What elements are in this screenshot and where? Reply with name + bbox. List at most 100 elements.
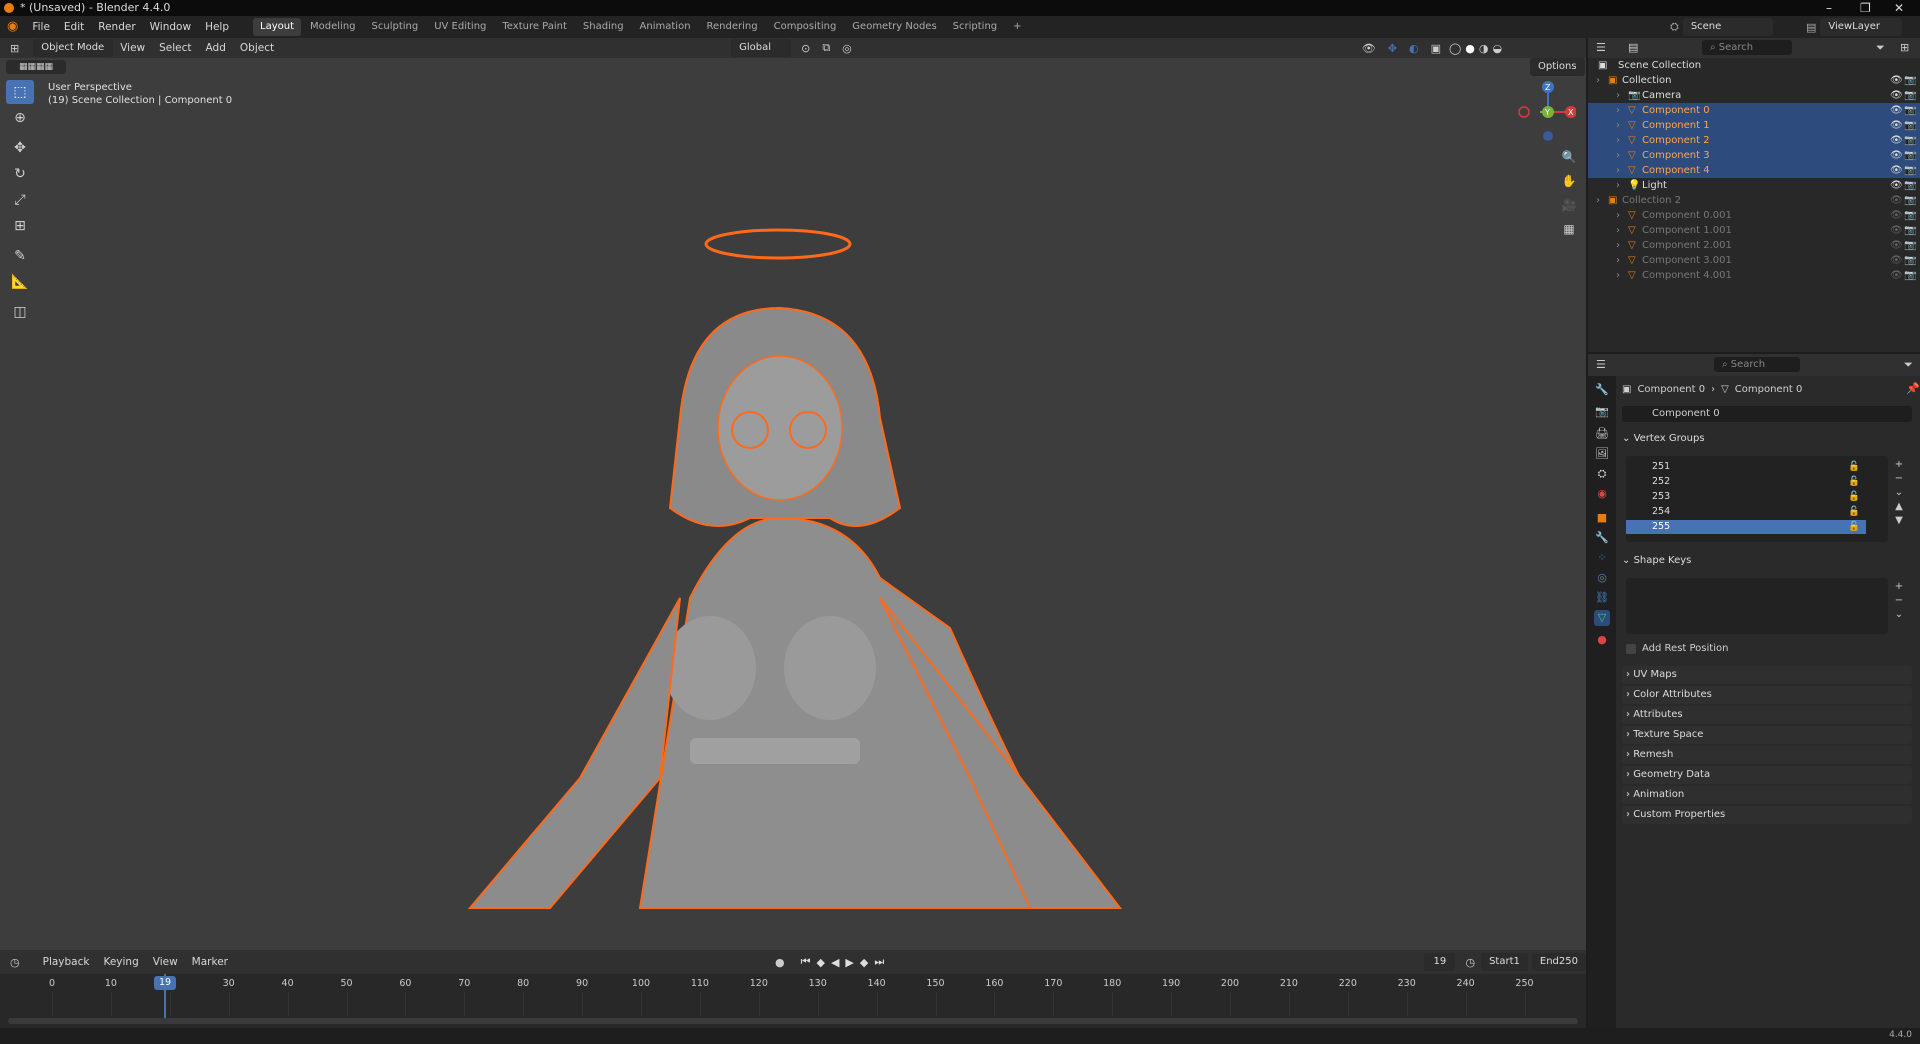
select-box-tool-icon[interactable]: ⬚ [6, 80, 34, 104]
tab-texture-paint[interactable]: Texture Paint [495, 18, 574, 36]
measure-tool-icon[interactable]: 📐 [6, 270, 34, 294]
tab-layout[interactable]: Layout [253, 18, 302, 36]
shape-keys-list[interactable] [1626, 578, 1888, 634]
annotate-tool-icon[interactable]: ✎ [6, 244, 34, 268]
panel-remesh[interactable]: › Remesh [1622, 746, 1912, 764]
vertex-group-menu-button[interactable]: ⌄ [1892, 486, 1906, 500]
move-down-button[interactable]: ▼ [1892, 514, 1906, 528]
select-mode-icons[interactable]: ▦▦▦▦ [6, 60, 66, 74]
outliner-item-name[interactable]: Component 3.001 [1642, 253, 1732, 268]
material-shading-icon[interactable]: ◑ [1479, 42, 1489, 55]
visibility-eye-icon[interactable]: 👁 [1890, 238, 1903, 253]
timeline-editor-icon[interactable]: ◷ [10, 956, 20, 969]
outliner-row-component-0-001[interactable]: › ▽ Component 0.001 👁 📷 [1588, 208, 1920, 223]
particles-tab-icon[interactable]: ⁘ [1594, 550, 1610, 566]
panel-custom-properties[interactable]: › Custom Properties [1622, 806, 1912, 824]
constraints-tab-icon[interactable]: ⛓ [1594, 590, 1610, 606]
jump-end-icon[interactable]: ⏭ [874, 955, 884, 969]
outliner-item-name[interactable]: Component 1 [1642, 118, 1710, 133]
outliner-item-name[interactable]: Light [1642, 178, 1667, 193]
remove-vertex-group-button[interactable]: − [1892, 472, 1906, 486]
proportional-edit-icon[interactable]: ◎ [842, 42, 852, 55]
render-camera-icon[interactable]: 📷 [1904, 118, 1916, 133]
add-cube-tool-icon[interactable]: ◫ [6, 300, 34, 324]
properties-editor-icon[interactable]: ☰ [1596, 358, 1606, 371]
remove-shape-key-button[interactable]: − [1892, 594, 1906, 608]
3d-viewport[interactable]: ▦▦▦▦ ⬚ ⊕ ✥ ↻ ⤢ ⊞ ✎ 📐 ◫ User Perspective … [0, 58, 1586, 950]
ortho-grid-icon[interactable]: ▦ [1558, 218, 1580, 240]
pivot-icon[interactable]: ⊙ [801, 42, 810, 55]
gizmo-toggle-icon[interactable]: ✥ [1388, 42, 1397, 55]
panel-color-attributes[interactable]: › Color Attributes [1622, 686, 1912, 704]
render-camera-icon[interactable]: 📷 [1904, 178, 1916, 193]
close-icon[interactable]: ✕ [1894, 0, 1904, 16]
viewport-menu-select[interactable]: Select [152, 37, 198, 59]
visibility-eye-icon[interactable]: 👁 [1890, 133, 1903, 148]
vertex-group-row[interactable]: 251 🔓 [1626, 460, 1866, 474]
expand-chevron-icon[interactable]: › [1616, 133, 1620, 148]
expand-chevron-icon[interactable]: › [1616, 88, 1620, 103]
expand-chevron-icon[interactable]: › [1616, 178, 1620, 193]
overlay-toggle-icon[interactable]: ◐ [1409, 42, 1419, 55]
xray-icon[interactable]: ▣ [1431, 42, 1441, 55]
data-tab-icon[interactable]: ▽ [1594, 610, 1610, 626]
render-camera-icon[interactable]: 📷 [1904, 208, 1916, 223]
vertex-group-row[interactable]: 253 🔓 [1626, 490, 1866, 504]
timeline-menu-keying[interactable]: Keying [96, 951, 145, 973]
material-tab-icon[interactable]: ● [1594, 632, 1610, 648]
lock-icon[interactable]: 🔓 [1848, 460, 1860, 474]
lock-icon[interactable]: 🔓 [1848, 505, 1860, 519]
tab-compositing[interactable]: Compositing [767, 18, 844, 36]
outliner-item-name[interactable]: Component 4.001 [1642, 268, 1732, 283]
blender-menu-icon[interactable]: ◉ [0, 16, 25, 38]
rendered-shading-icon[interactable]: ◒ [1493, 42, 1503, 55]
render-tab-icon[interactable]: 📷 [1594, 404, 1610, 420]
world-tab-icon[interactable]: ◉ [1594, 486, 1610, 502]
output-tab-icon[interactable]: 🖨 [1594, 426, 1610, 442]
visibility-eye-icon[interactable]: 👁 [1890, 193, 1903, 208]
solid-shading-icon[interactable]: ● [1465, 42, 1475, 55]
wireframe-shading-icon[interactable]: ◯ [1449, 42, 1461, 55]
timeline-menu-view[interactable]: View [146, 951, 185, 973]
vertex-group-row[interactable]: 252 🔓 [1626, 475, 1866, 489]
zoom-icon[interactable]: 🔍 [1558, 146, 1580, 168]
snap-icon[interactable]: ⧉ [822, 41, 830, 55]
outliner-row-component-2[interactable]: › ▽ Component 2 👁 📷 [1588, 133, 1920, 148]
tab-uv-editing[interactable]: UV Editing [427, 18, 493, 36]
viewport-menu-object[interactable]: Object [233, 37, 281, 59]
visibility-eye-icon[interactable]: 👁 [1890, 118, 1903, 133]
viewport-menu-add[interactable]: Add [199, 37, 233, 59]
preview-range-icon[interactable]: ◷ [1465, 956, 1475, 969]
render-camera-icon[interactable]: 📷 [1904, 133, 1916, 148]
scene-collection-row[interactable]: ▣ Scene Collection [1588, 58, 1920, 73]
panel-geometry-data[interactable]: › Geometry Data [1622, 766, 1912, 784]
outliner-row-component-1-001[interactable]: › ▽ Component 1.001 👁 📷 [1588, 223, 1920, 238]
tab-shading[interactable]: Shading [576, 18, 631, 36]
camera-view-icon[interactable]: 🎥 [1558, 194, 1580, 216]
expand-chevron-icon[interactable]: › [1616, 148, 1620, 163]
outliner-row-camera[interactable]: › 📷 Camera 👁 📷 [1588, 88, 1920, 103]
start-frame-field[interactable]: Start 1 [1481, 953, 1528, 971]
outliner-item-name[interactable]: Component 4 [1642, 163, 1710, 178]
tab-sculpting[interactable]: Sculpting [365, 18, 426, 36]
outliner-item-name[interactable]: Component 2 [1642, 133, 1710, 148]
visibility-eye-icon[interactable]: 👁 [1890, 103, 1903, 118]
expand-chevron-icon[interactable]: › [1616, 223, 1620, 238]
viewport-menu-view[interactable]: View [113, 37, 152, 59]
render-camera-icon[interactable]: 📷 [1904, 88, 1916, 103]
view-layer-selector[interactable]: ▤ ViewLayer [1806, 18, 1903, 36]
pin-icon[interactable]: 📌 [1906, 382, 1920, 395]
tab-geometry-nodes[interactable]: Geometry Nodes [845, 18, 943, 36]
render-camera-icon[interactable]: 📷 [1904, 193, 1916, 208]
render-camera-icon[interactable]: 📷 [1904, 268, 1916, 283]
expand-chevron-icon[interactable]: › [1616, 118, 1620, 133]
shape-keys-panel-header[interactable]: ⌄ Shape Keys [1622, 552, 1912, 570]
vertex-group-row[interactable]: 255 🔓 [1626, 520, 1866, 534]
menu-window[interactable]: Window [143, 16, 198, 38]
visibility-eye-icon[interactable]: 👁 [1890, 223, 1903, 238]
properties-options-icon[interactable]: ⏷ [1904, 358, 1913, 372]
scale-tool-icon[interactable]: ⤢ [6, 188, 34, 212]
timeline-scrollbar[interactable] [8, 1018, 1578, 1024]
display-mode-icon[interactable]: ▤ [1628, 41, 1638, 54]
render-camera-icon[interactable]: 📷 [1904, 103, 1916, 118]
